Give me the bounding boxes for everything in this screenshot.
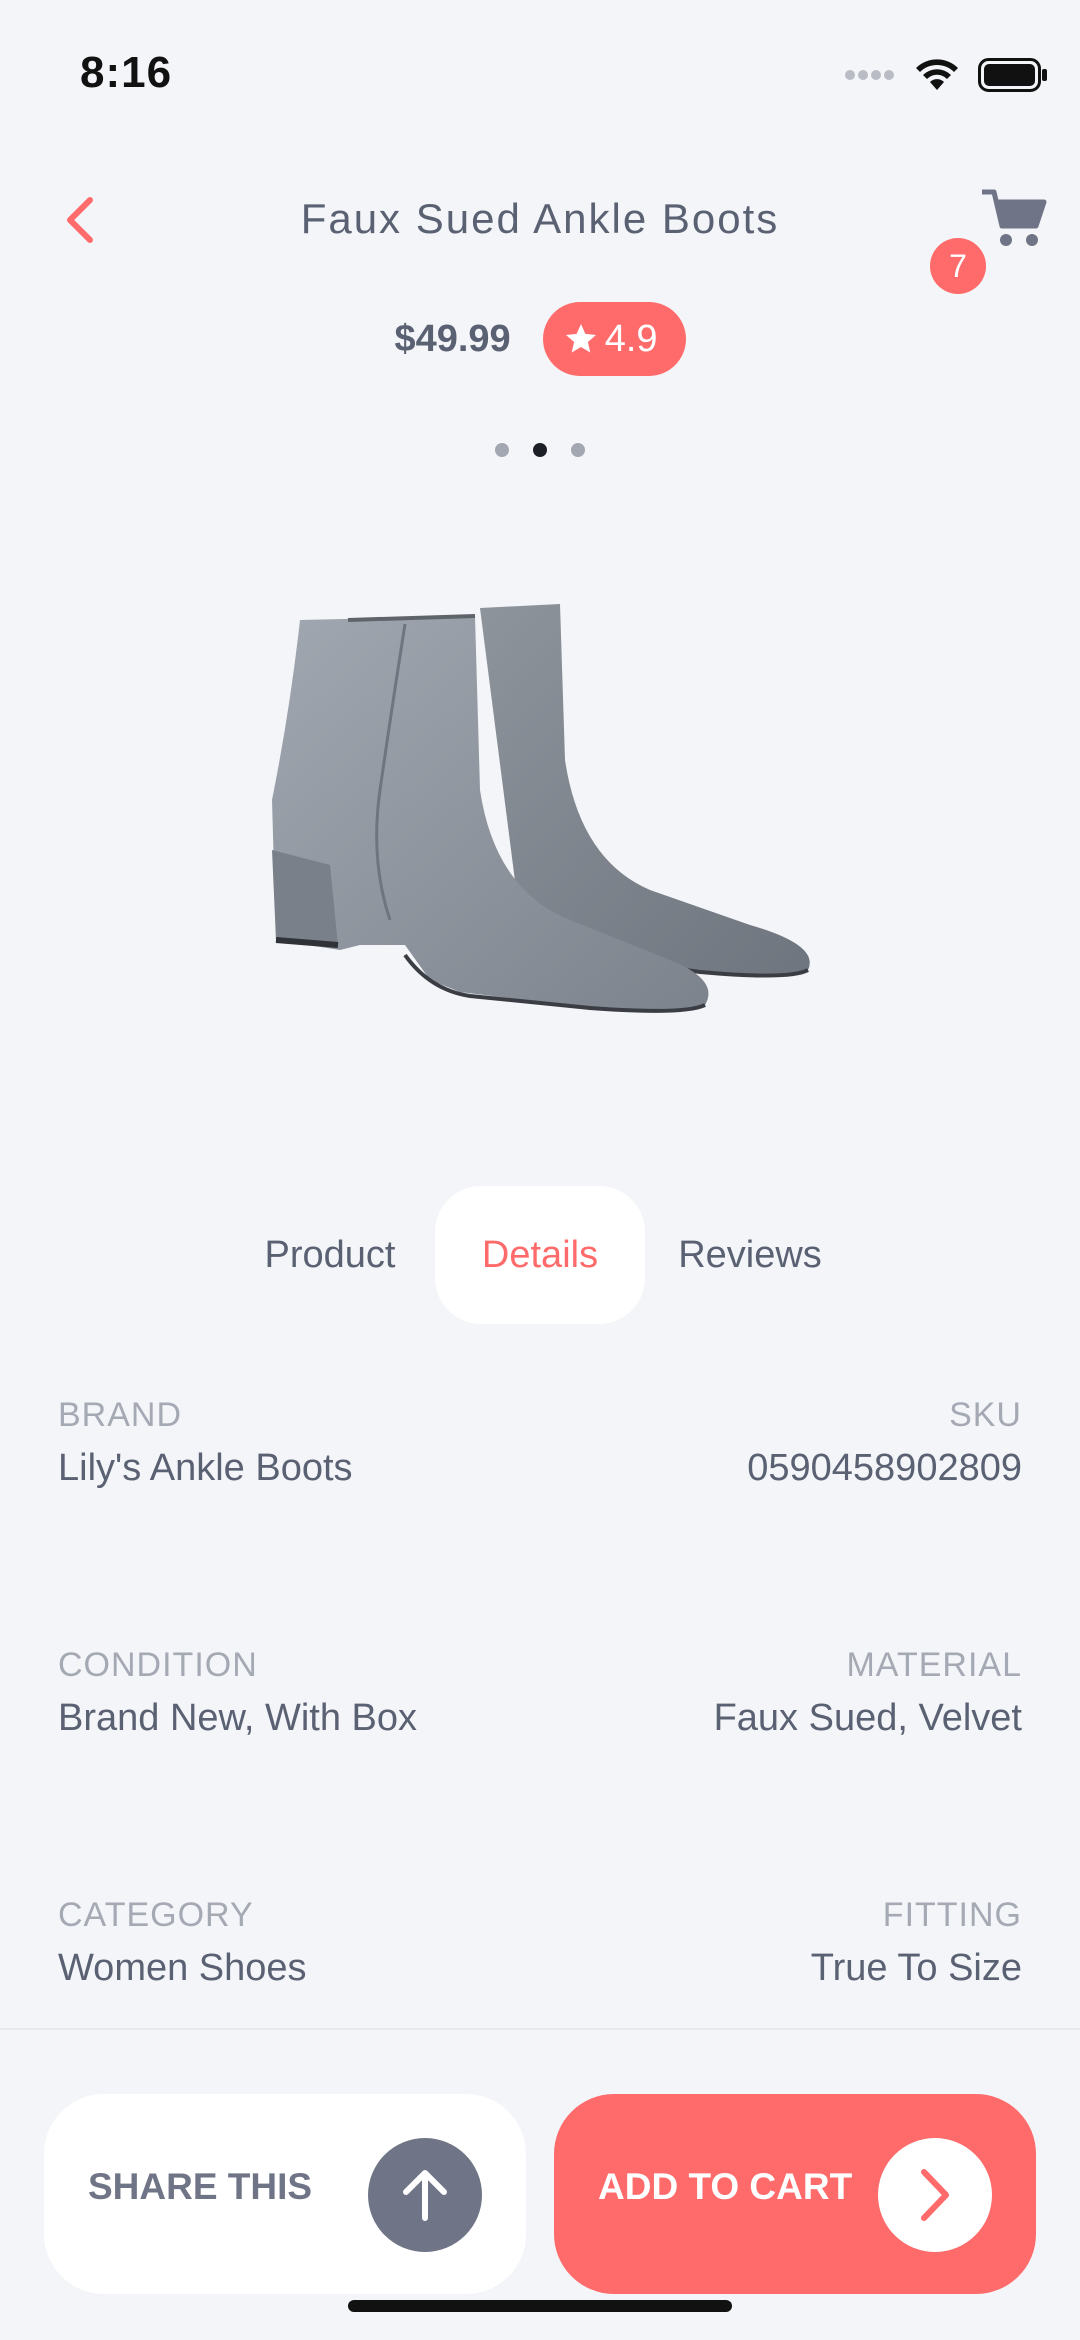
- status-bar: 8:16: [0, 0, 1080, 150]
- status-time: 8:16: [80, 48, 173, 97]
- pager-dot[interactable]: [571, 443, 585, 457]
- price-row: $49.99 4.9: [0, 302, 1080, 376]
- signal-icon: [845, 70, 894, 80]
- status-icons: [844, 58, 1048, 92]
- cart-count-badge: 7: [930, 238, 986, 294]
- sku-value: 0590458902809: [747, 1447, 1022, 1489]
- rating-value: 4.9: [604, 317, 658, 360]
- page-title: Faux Sued Ankle Boots: [300, 195, 780, 242]
- wifi-icon: [916, 59, 958, 90]
- condition-value: Brand New, With Box: [58, 1697, 418, 1739]
- sku-field: SKU 0590458902809: [747, 1396, 1022, 1646]
- pager-dot[interactable]: [495, 443, 509, 457]
- category-label: CATEGORY: [58, 1896, 254, 1934]
- price: $49.99: [394, 317, 511, 360]
- add-to-cart-button[interactable]: ADD TO CART: [554, 2094, 1036, 2294]
- arrow-up-icon: [403, 2170, 447, 2221]
- material-field: MATERIAL Faux Sued, Velvet: [714, 1646, 1022, 1896]
- image-pager: [0, 443, 1080, 457]
- detail-row: BRAND Lily's Ankle Boots SKU 05904589028…: [58, 1396, 1022, 1646]
- header: Faux Sued Ankle Boots 7: [0, 160, 1080, 294]
- details-section: BRAND Lily's Ankle Boots SKU 05904589028…: [58, 1396, 1022, 2146]
- battery-icon: [978, 58, 1047, 92]
- condition-field: CONDITION Brand New, With Box: [58, 1646, 417, 1896]
- cart-button[interactable]: 7: [930, 188, 1050, 298]
- tab-reviews[interactable]: Reviews: [645, 1186, 855, 1324]
- brand-value: Lily's Ankle Boots: [58, 1447, 353, 1489]
- shopping-cart-icon: [982, 189, 1047, 246]
- star-icon: [565, 324, 596, 353]
- tab-product[interactable]: Product: [225, 1186, 435, 1324]
- fitting-label: FITTING: [882, 1896, 1022, 1934]
- fitting-value: True To Size: [810, 1947, 1022, 1989]
- material-value: Faux Sued, Velvet: [713, 1697, 1022, 1739]
- share-button[interactable]: SHARE THIS: [44, 2094, 526, 2294]
- share-label: SHARE THIS: [88, 2166, 313, 2207]
- detail-tabs: Product Details Reviews: [0, 1186, 1080, 1324]
- home-indicator[interactable]: [348, 2300, 732, 2312]
- condition-label: CONDITION: [58, 1646, 258, 1684]
- pager-dot-active[interactable]: [533, 443, 547, 457]
- chevron-right-icon: [921, 2169, 949, 2221]
- rating-badge: 4.9: [542, 302, 686, 376]
- add-to-cart-label: ADD TO CART: [598, 2166, 853, 2207]
- add-circle: [878, 2138, 992, 2252]
- brand-field: BRAND Lily's Ankle Boots: [58, 1396, 353, 1646]
- share-circle: [368, 2138, 482, 2252]
- category-value: Women Shoes: [58, 1947, 307, 1989]
- bottom-action-bar: SHARE THIS ADD TO CART: [0, 2094, 1080, 2294]
- material-label: MATERIAL: [846, 1646, 1022, 1684]
- divider: [0, 2028, 1080, 2030]
- brand-label: BRAND: [58, 1396, 183, 1434]
- detail-row: CONDITION Brand New, With Box MATERIAL F…: [58, 1646, 1022, 1896]
- product-image: [272, 604, 810, 1013]
- tab-details[interactable]: Details: [435, 1186, 645, 1324]
- sku-label: SKU: [949, 1396, 1022, 1434]
